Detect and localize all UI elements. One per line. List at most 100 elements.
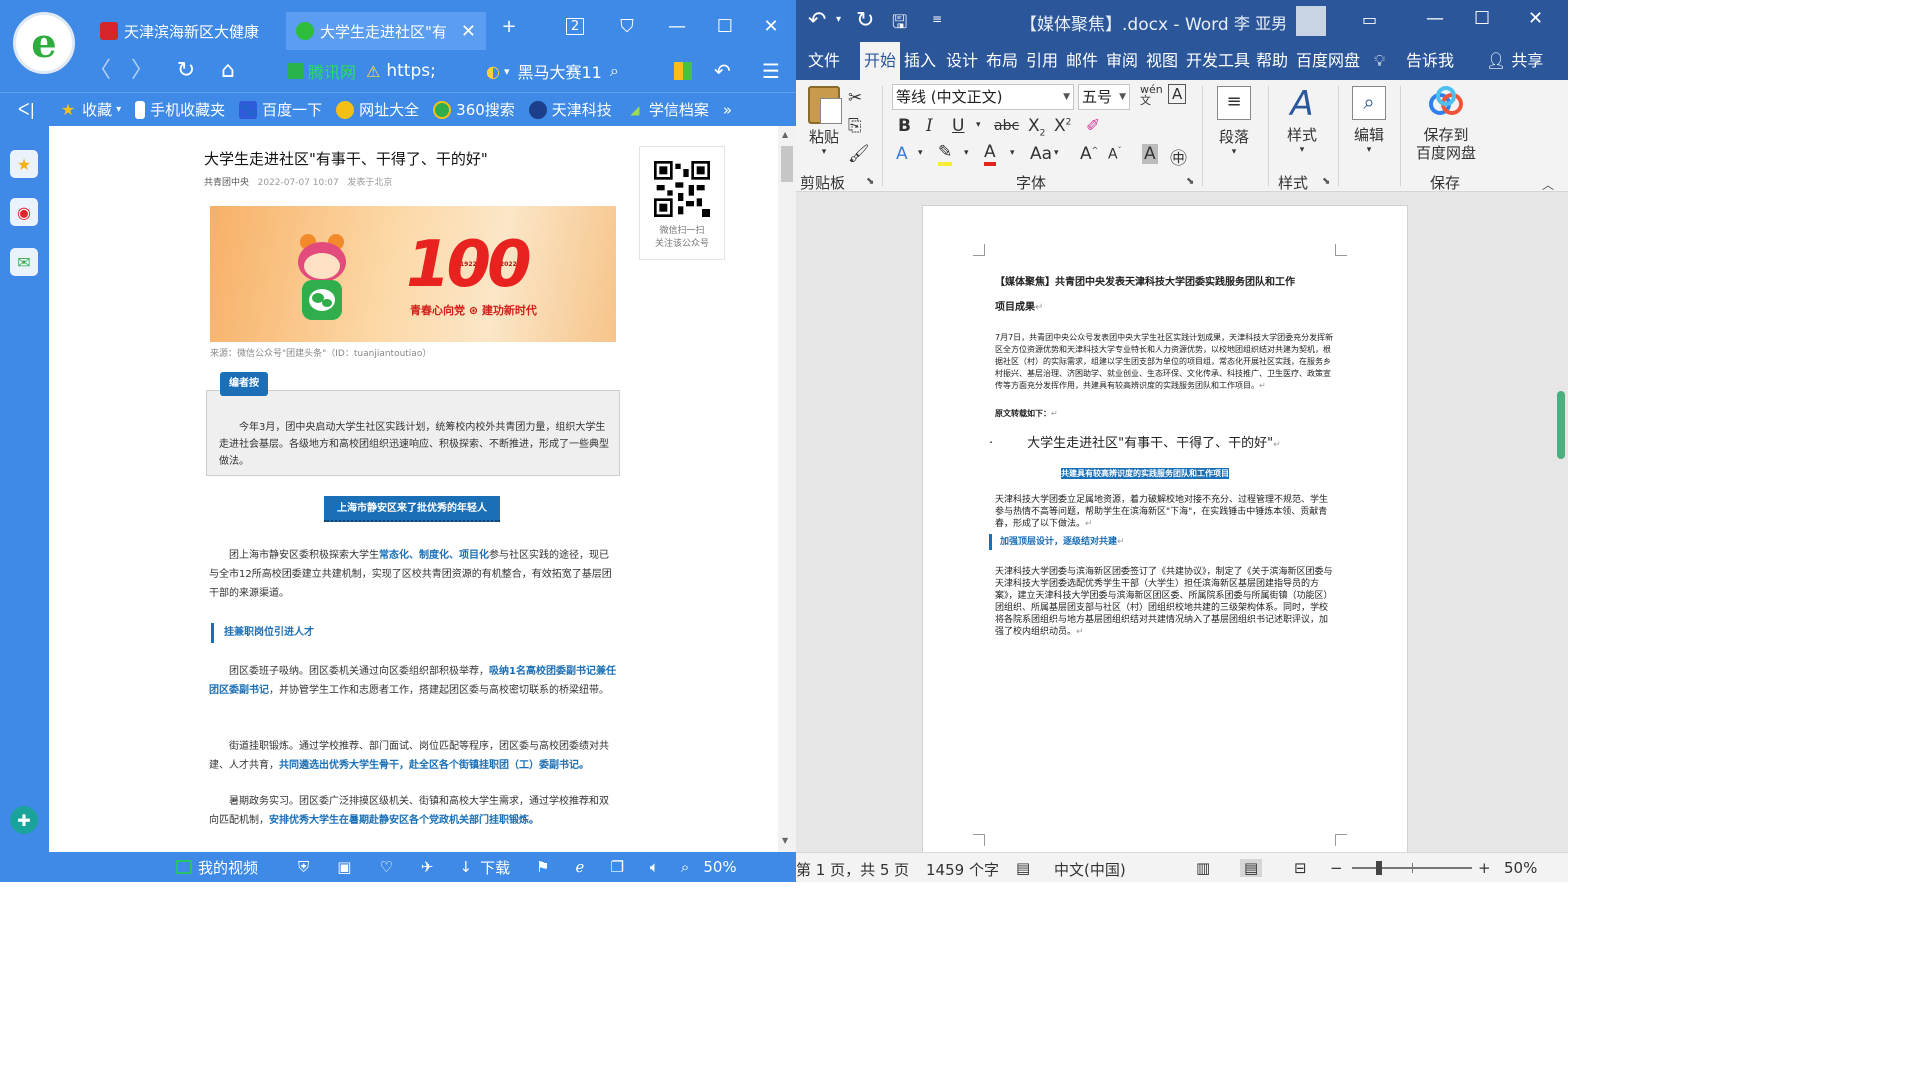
chevron-down-icon[interactable]: ▾	[1010, 148, 1015, 158]
page-count[interactable]: 第 1 页，共 5 页	[796, 859, 909, 880]
word-count[interactable]: 1459 个字	[926, 859, 999, 880]
highlight-icon[interactable]: ✎	[938, 142, 953, 166]
font-size-dropdown[interactable]: 五号 ▼	[1078, 84, 1130, 110]
clear-format-icon[interactable]: ✐	[1086, 116, 1100, 136]
tab-count-badge[interactable]: 2	[560, 14, 590, 40]
bookmark-item-360[interactable]: 360搜索	[433, 99, 515, 120]
font-color-icon[interactable]: A	[984, 142, 996, 166]
document-scrollbar[interactable]	[1554, 193, 1568, 852]
forward-icon[interactable]: 〉	[128, 57, 156, 85]
article-source[interactable]: 共青团中央	[204, 178, 249, 188]
download-button[interactable]: ↓ 下载	[460, 857, 511, 878]
document-page[interactable]: 【媒体聚焦】共青团中央发表天津科技大学团委实践服务团队和工作 项目成果↵ 7月7…	[922, 205, 1408, 852]
italic-icon[interactable]: I	[926, 116, 933, 136]
minimize-icon[interactable]: —	[662, 14, 692, 40]
minimize-icon[interactable]: —	[1426, 8, 1444, 29]
redo-icon[interactable]: ↻	[856, 8, 874, 33]
back-icon[interactable]: 〈	[86, 57, 114, 85]
chevron-down-icon[interactable]: ▾	[964, 148, 969, 158]
zoom-slider[interactable]	[1352, 861, 1472, 875]
tab-tianjin[interactable]: 天津滨海新区大健康	[90, 12, 280, 50]
url-field[interactable]: ⚠ https;	[366, 60, 436, 82]
zoom-slider-thumb[interactable]	[1376, 861, 1382, 875]
tab-developer[interactable]: 开发工具	[1186, 42, 1250, 80]
search-box[interactable]: ◐ ▾ 黑马大赛11 ⌕	[486, 60, 619, 82]
proofing-icon[interactable]: ▤	[1016, 859, 1030, 877]
superscript-icon[interactable]: X2	[1054, 116, 1071, 136]
tab-layout[interactable]: 布局	[986, 42, 1018, 80]
copy-icon[interactable]: ⎘	[848, 116, 862, 136]
web-layout-icon[interactable]: ⊟	[1294, 859, 1307, 877]
maximize-icon[interactable]: ☐	[710, 14, 740, 40]
site-badge[interactable]: 腾讯网	[288, 60, 356, 82]
scroll-down-icon[interactable]: ▼	[782, 836, 788, 845]
tab-help[interactable]: 帮助	[1256, 42, 1288, 80]
tab-baidu-netdisk[interactable]: 百度网盘	[1296, 42, 1360, 80]
bookmark-collect[interactable]: ★ 收藏 ▾	[59, 99, 121, 120]
underline-icon[interactable]: U	[952, 116, 964, 136]
tell-me-button[interactable]: 告诉我	[1406, 42, 1454, 80]
ribbon-display-icon[interactable]: ▭	[1362, 10, 1377, 29]
lightbulb-icon[interactable]: 💡︎	[1374, 42, 1385, 80]
shrink-font-icon[interactable]: Aˇ	[1108, 146, 1122, 163]
chevron-down-icon[interactable]: ▾	[976, 120, 981, 130]
close-tab-icon[interactable]: ✕	[453, 21, 476, 42]
zoom-out-icon[interactable]: −	[1330, 859, 1343, 877]
bookmark-item-chsi[interactable]: ◢ 学信档案	[626, 99, 709, 120]
maximize-icon[interactable]: ☐	[1474, 8, 1490, 29]
read-mode-icon[interactable]: ▥	[1196, 859, 1210, 877]
undo-icon[interactable]: ↶	[808, 8, 826, 33]
share-button[interactable]: 👤︎ 共享	[1486, 42, 1543, 80]
undo-icon[interactable]: ↶	[714, 59, 731, 83]
change-case-icon[interactable]: Aa	[1030, 144, 1052, 164]
paragraph-button[interactable]: ≡ 段落 ▾	[1210, 86, 1258, 157]
close-window-icon[interactable]: ✕	[1528, 8, 1543, 29]
scrollbar-thumb[interactable]	[1557, 391, 1565, 459]
bookmark-item-baidu[interactable]: 🐾 百度一下	[239, 99, 322, 120]
subscript-icon[interactable]: X2	[1028, 116, 1045, 138]
grow-font-icon[interactable]: A^	[1080, 144, 1098, 164]
styles-button[interactable]: A 样式 ▾	[1278, 84, 1326, 155]
search-icon[interactable]: ⌕	[610, 61, 619, 81]
scrollbar-thumb[interactable]	[781, 146, 793, 182]
customize-toolbar-icon[interactable]: ≡	[932, 12, 942, 26]
dialog-launcher-icon[interactable]: ⬊	[1322, 176, 1330, 187]
tab-view[interactable]: 视图	[1146, 42, 1178, 80]
zoom-level[interactable]: 50%	[1504, 859, 1537, 877]
sidebar-add-icon[interactable]: ✚	[10, 806, 38, 834]
text-effects-icon[interactable]: A	[896, 144, 908, 164]
home-icon[interactable]: ⌂	[214, 57, 242, 85]
tab-design[interactable]: 设计	[946, 42, 978, 80]
chevron-down-icon[interactable]: ▾	[836, 14, 841, 25]
tab-file[interactable]: 文件	[808, 42, 840, 80]
character-shading-icon[interactable]: A	[1142, 144, 1158, 164]
close-window-icon[interactable]: ✕	[756, 14, 786, 40]
editing-button[interactable]: ⌕ 编辑 ▾	[1346, 86, 1392, 155]
sidebar-toggle-icon[interactable]: ᐸ|	[18, 100, 35, 119]
mail-icon[interactable]: ✉	[10, 248, 38, 276]
favorites-icon[interactable]: ★	[10, 150, 38, 178]
language-status[interactable]: 中文(中国)	[1054, 859, 1126, 880]
menu-icon[interactable]: ☰	[762, 59, 780, 83]
page-scrollbar[interactable]: ▲ ▼	[778, 126, 796, 852]
print-layout-icon[interactable]: ▤	[1240, 859, 1263, 877]
shirt-skin-icon[interactable]: ⛉	[612, 14, 642, 40]
phonetic-guide-icon[interactable]: wén 文	[1140, 84, 1163, 106]
tab-review[interactable]: 审阅	[1106, 42, 1138, 80]
zoom-level[interactable]: 50%	[703, 858, 736, 876]
dialog-launcher-icon[interactable]: ⬊	[1186, 176, 1194, 187]
user-name[interactable]: 李 亚男	[1234, 10, 1287, 34]
format-painter-icon[interactable]: 🖌︎	[848, 144, 870, 164]
bookmark-item-tust[interactable]: 天津科技	[528, 99, 612, 120]
window-icon[interactable]: ❐	[610, 858, 623, 876]
health-icon[interactable]: ♡	[379, 858, 392, 876]
save-to-baidu-button[interactable]: 保存到 百度网盘	[1408, 86, 1484, 162]
cut-icon[interactable]: ✂	[848, 88, 862, 108]
weibo-icon[interactable]: ◉	[10, 198, 38, 226]
volume-icon[interactable]: 🔈︎	[650, 858, 659, 876]
image-icon[interactable]: ▣	[337, 858, 351, 876]
zoom-icon[interactable]: ⌕	[681, 858, 689, 876]
strikethrough-icon[interactable]: abc	[994, 118, 1019, 134]
bookmark-item-mobile[interactable]: 手机收藏夹	[135, 99, 225, 120]
tab-home[interactable]: 开始	[860, 42, 901, 80]
